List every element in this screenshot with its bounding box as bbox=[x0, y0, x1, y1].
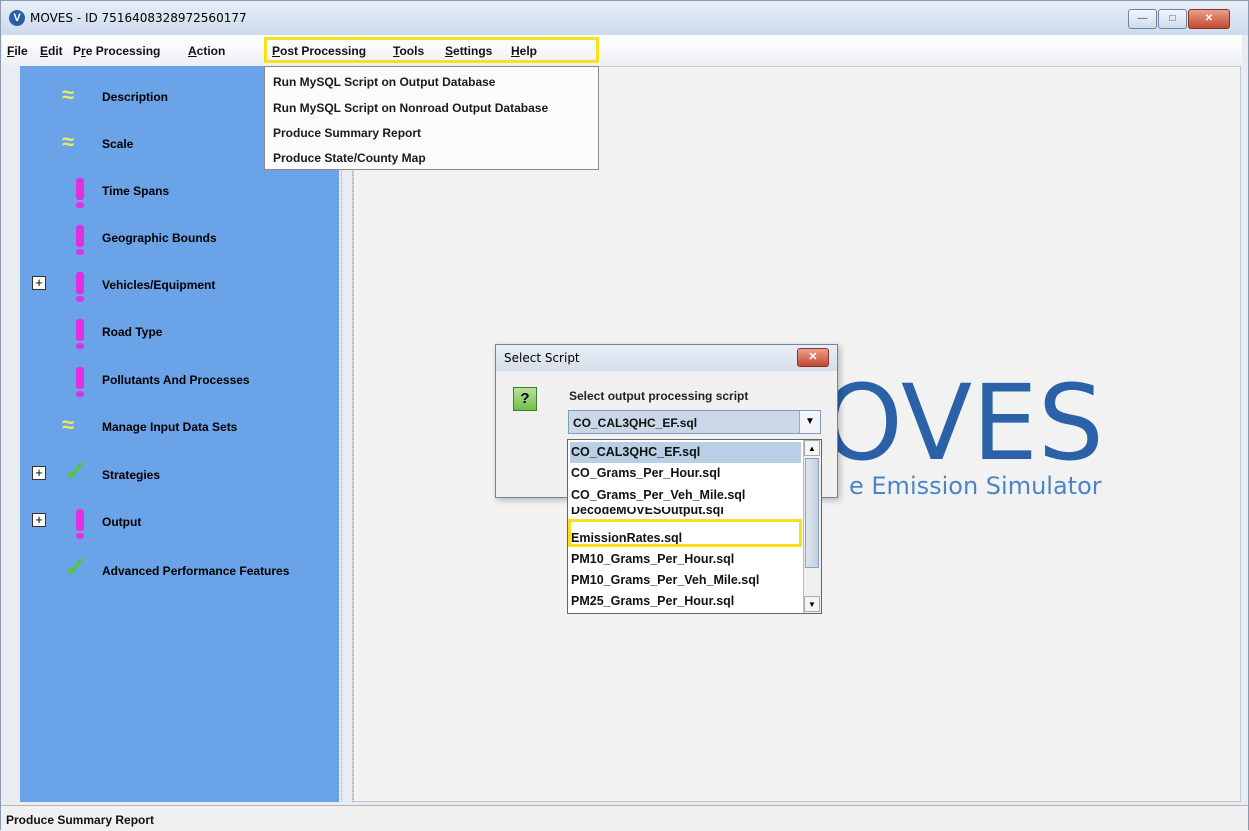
exclamation-icon bbox=[76, 509, 84, 539]
dialog-title-bar: Select Script ✕ bbox=[496, 345, 837, 371]
status-bar: Produce Summary Report bbox=[1, 805, 1248, 831]
menu-action[interactable]: Action bbox=[188, 44, 225, 58]
exclamation-icon bbox=[76, 225, 84, 255]
window-controls: — □ ✕ bbox=[1127, 9, 1230, 29]
sidebar-item-label: Advanced Performance Features bbox=[102, 564, 290, 578]
list-item[interactable]: CO_CAL3QHC_EF.sql bbox=[570, 442, 801, 463]
maximize-icon[interactable]: □ bbox=[1158, 9, 1187, 29]
sidebar-item-label: Time Spans bbox=[102, 184, 170, 198]
sidebar-item-manage-input-data-sets[interactable]: ≈ Manage Input Data Sets bbox=[20, 412, 339, 442]
sidebar-item-geographic-bounds[interactable]: Geographic Bounds bbox=[20, 223, 339, 255]
sidebar-item-strategies[interactable]: + ✓ Strategies bbox=[20, 456, 339, 490]
menu-item-run-mysql-nonroad[interactable]: Run MySQL Script on Nonroad Output Datab… bbox=[273, 101, 548, 115]
menubar-highlight-box bbox=[264, 37, 599, 63]
exclamation-icon bbox=[76, 178, 84, 208]
sidebar-item-pollutants-and-processes[interactable]: Pollutants And Processes bbox=[20, 365, 339, 397]
dialog-prompt: Select output processing script bbox=[569, 389, 749, 403]
list-item[interactable]: CO_Grams_Per_Hour.sql bbox=[570, 463, 801, 484]
sidebar-item-label: Strategies bbox=[102, 468, 161, 482]
approx-icon: ≈ bbox=[62, 129, 75, 154]
close-icon[interactable]: ✕ bbox=[797, 348, 829, 367]
sidebar-item-label: Description bbox=[102, 90, 169, 104]
expand-icon[interactable]: + bbox=[32, 276, 46, 290]
sidebar-item-time-spans[interactable]: Time Spans bbox=[20, 176, 339, 208]
menu-item-produce-state-county-map[interactable]: Produce State/County Map bbox=[273, 151, 426, 165]
menu-edit[interactable]: Edit bbox=[40, 44, 63, 58]
exclamation-icon bbox=[76, 367, 84, 397]
exclamation-icon bbox=[76, 272, 84, 302]
sidebar-item-label: Pollutants And Processes bbox=[102, 373, 250, 387]
scroll-up-icon[interactable]: ▲ bbox=[804, 440, 820, 456]
scrollbar-thumb[interactable] bbox=[805, 458, 819, 568]
moves-window: V MOVES - ID 7516408328972560177 — □ ✕ F… bbox=[0, 0, 1249, 831]
panel-splitter[interactable] bbox=[341, 66, 353, 802]
list-item[interactable]: CO_Grams_Per_Veh_Mile.sql bbox=[570, 485, 801, 506]
moves-logo-subtitle: e Emission Simulator bbox=[849, 472, 1102, 500]
chevron-down-icon[interactable]: ▼ bbox=[799, 411, 820, 433]
exclamation-icon bbox=[76, 319, 84, 349]
sidebar-item-label: Manage Input Data Sets bbox=[102, 420, 238, 434]
window-title: MOVES - ID 7516408328972560177 bbox=[30, 11, 247, 25]
list-item[interactable]: PM10_Grams_Per_Veh_Mile.sql bbox=[570, 570, 801, 591]
navigation-panel: ≈ Description ≈ Scale Time Spans Geograp… bbox=[20, 66, 339, 802]
list-highlight-box bbox=[568, 519, 802, 547]
status-text: Produce Summary Report bbox=[6, 813, 155, 827]
sidebar-item-output[interactable]: + Output bbox=[20, 507, 339, 539]
post-processing-menu: Run MySQL Script on Output Database Run … bbox=[264, 66, 599, 170]
list-item[interactable]: PM25_Grams_Per_Hour.sql bbox=[570, 591, 801, 612]
dialog-title: Select Script bbox=[504, 351, 580, 365]
close-icon[interactable]: ✕ bbox=[1188, 9, 1230, 29]
minimize-icon[interactable]: — bbox=[1128, 9, 1157, 29]
list-scrollbar[interactable]: ▲ ▼ bbox=[803, 440, 821, 613]
moves-logo-text: OVES bbox=[821, 362, 1104, 484]
sidebar-item-road-type[interactable]: Road Type bbox=[20, 317, 339, 349]
menu-file[interactable]: File bbox=[7, 44, 28, 58]
sidebar-item-label: Geographic Bounds bbox=[102, 231, 217, 245]
menu-pre-processing[interactable]: Pre Processing bbox=[73, 44, 160, 58]
sidebar-item-label: Vehicles/Equipment bbox=[102, 278, 216, 292]
approx-icon: ≈ bbox=[62, 412, 75, 437]
list-item[interactable]: PM10_Grams_Per_Hour.sql bbox=[570, 549, 801, 570]
moves-app-icon: V bbox=[9, 10, 25, 26]
checkmark-icon: ✓ bbox=[64, 456, 88, 487]
sidebar-item-label: Road Type bbox=[102, 325, 163, 339]
question-icon: ? bbox=[513, 387, 537, 411]
sidebar-item-advanced-performance-features[interactable]: ✓ Advanced Performance Features bbox=[20, 552, 339, 586]
menu-item-run-mysql-output[interactable]: Run MySQL Script on Output Database bbox=[273, 75, 495, 89]
sidebar-item-label: Output bbox=[102, 515, 142, 529]
checkmark-icon: ✓ bbox=[64, 552, 88, 583]
title-bar: V MOVES - ID 7516408328972560177 — □ ✕ bbox=[1, 1, 1248, 35]
sidebar-item-vehicles-equipment[interactable]: + Vehicles/Equipment bbox=[20, 270, 339, 302]
list-item[interactable]: DecodeMOVESOutput.sql bbox=[570, 507, 801, 517]
scroll-down-icon[interactable]: ▼ bbox=[804, 596, 820, 612]
expand-icon[interactable]: + bbox=[32, 513, 46, 527]
expand-icon[interactable]: + bbox=[32, 466, 46, 480]
approx-icon: ≈ bbox=[62, 82, 75, 107]
sidebar-item-label: Scale bbox=[102, 137, 134, 151]
combobox-selected-value: CO_CAL3QHC_EF.sql bbox=[573, 416, 698, 430]
script-combobox[interactable]: CO_CAL3QHC_EF.sql ▼ bbox=[568, 410, 821, 434]
menu-bar: File Edit Pre Processing Action Post Pro… bbox=[2, 35, 1242, 95]
menu-item-produce-summary-report[interactable]: Produce Summary Report bbox=[273, 126, 421, 140]
